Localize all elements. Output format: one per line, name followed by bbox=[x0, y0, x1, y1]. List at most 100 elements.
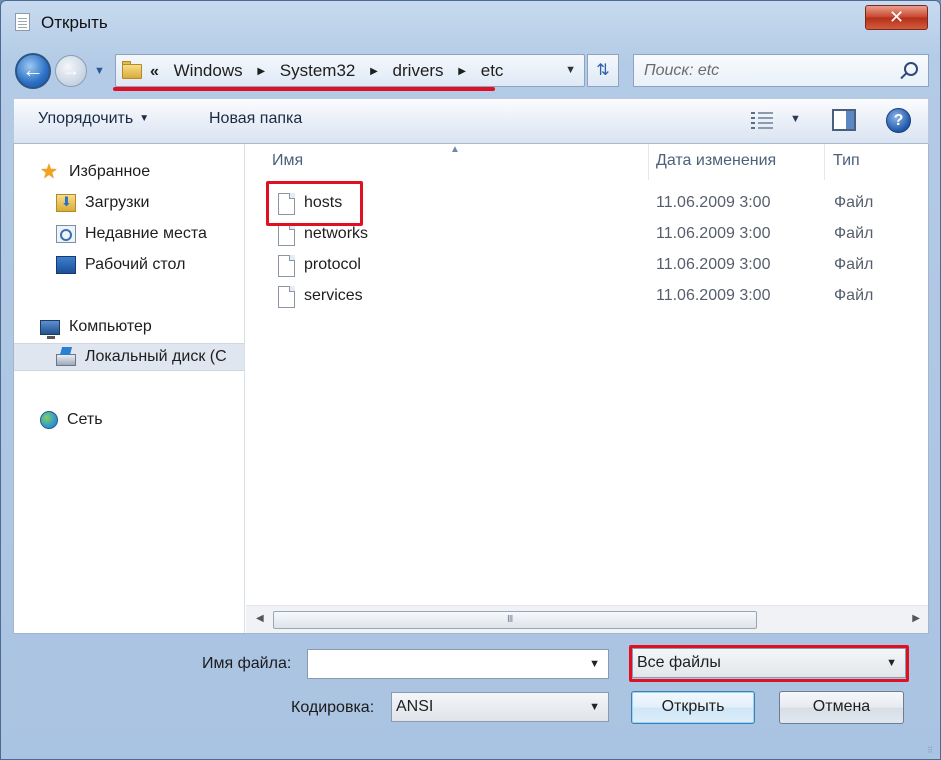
column-header-type[interactable]: Тип bbox=[833, 144, 860, 180]
back-button[interactable]: ← bbox=[15, 53, 51, 89]
resize-grip-icon[interactable]: ⠿ bbox=[927, 747, 934, 755]
cancel-button[interactable]: Отмена bbox=[779, 691, 904, 724]
file-type: Файл bbox=[834, 194, 874, 211]
file-list[interactable]: ▲ Имя Дата изменения Тип hosts 11.06.200… bbox=[246, 144, 928, 633]
search-box[interactable] bbox=[633, 54, 929, 87]
folder-icon bbox=[122, 61, 142, 79]
filename-label: Имя файла: bbox=[202, 655, 292, 672]
chevron-down-icon: ▼ bbox=[139, 113, 150, 124]
chevron-down-icon: ▼ bbox=[589, 701, 600, 713]
open-file-dialog: Открыть ✕ ← → ▼ « Windows ▶ System32 ▶ d… bbox=[0, 0, 941, 760]
file-row-networks[interactable]: networks 11.06.2009 3:00 Файл bbox=[270, 220, 920, 251]
nav-item-computer[interactable]: Компьютер bbox=[40, 313, 152, 341]
nav-item-label: Сеть bbox=[67, 411, 103, 428]
breadcrumb-drivers[interactable]: drivers bbox=[393, 61, 444, 80]
file-name: protocol bbox=[304, 256, 361, 273]
organize-label: Упорядочить bbox=[38, 110, 134, 127]
file-type-filter-select[interactable]: Все файлы ▼ bbox=[632, 648, 906, 678]
nav-item-downloads[interactable]: Загрузки bbox=[56, 189, 149, 217]
computer-icon bbox=[40, 319, 60, 339]
breadcrumb: « Windows ▶ System32 ▶ drivers ▶ etc bbox=[150, 61, 503, 81]
recent-places-icon bbox=[56, 225, 76, 243]
file-row-protocol[interactable]: protocol 11.06.2009 3:00 Файл bbox=[270, 251, 920, 282]
notepad-icon bbox=[15, 13, 30, 31]
chevron-down-icon[interactable]: ▼ bbox=[589, 658, 600, 670]
column-divider[interactable] bbox=[824, 144, 825, 180]
address-highlight-underline bbox=[113, 87, 495, 91]
file-type: Файл bbox=[834, 225, 874, 242]
nav-item-label: Загрузки bbox=[85, 194, 150, 211]
forward-button[interactable]: → bbox=[55, 55, 87, 87]
help-icon[interactable]: ? bbox=[886, 108, 911, 133]
column-divider[interactable] bbox=[648, 144, 649, 180]
file-row-hosts[interactable]: hosts 11.06.2009 3:00 Файл bbox=[270, 189, 920, 220]
grip-icon: III bbox=[507, 614, 513, 625]
file-name: hosts bbox=[304, 194, 343, 211]
file-icon bbox=[278, 193, 295, 215]
scrollbar-thumb[interactable]: III bbox=[273, 611, 757, 629]
navigation-pane[interactable]: ★ Избранное Загрузки Недавние места Рабо… bbox=[14, 144, 245, 633]
breadcrumb-system32[interactable]: System32 bbox=[280, 61, 356, 80]
file-icon bbox=[278, 224, 295, 246]
scroll-right-icon[interactable]: ▶ bbox=[912, 613, 920, 624]
encoding-value: ANSI bbox=[396, 698, 434, 715]
open-button[interactable]: Открыть bbox=[631, 691, 755, 724]
network-icon bbox=[40, 411, 58, 429]
window-title: Открыть bbox=[41, 13, 108, 32]
views-dropdown-icon[interactable]: ▼ bbox=[790, 113, 801, 125]
encoding-label: Кодировка: bbox=[291, 699, 375, 716]
filename-input[interactable] bbox=[308, 650, 573, 678]
nav-item-label: Компьютер bbox=[69, 318, 152, 335]
file-type: Файл bbox=[834, 287, 874, 304]
file-row-services[interactable]: services 11.06.2009 3:00 Файл bbox=[270, 282, 920, 313]
search-input[interactable] bbox=[634, 55, 894, 86]
nav-item-desktop[interactable]: Рабочий стол bbox=[56, 251, 185, 279]
nav-item-label: Локальный диск (С bbox=[85, 348, 227, 365]
nav-item-label: Недавние места bbox=[85, 225, 207, 242]
refresh-button[interactable]: ⇅ bbox=[587, 54, 619, 87]
address-dropdown-icon[interactable]: ▼ bbox=[565, 64, 576, 76]
horizontal-scrollbar[interactable]: ◀ III ▶ bbox=[246, 605, 928, 633]
nav-item-recent-places[interactable]: Недавние места bbox=[56, 220, 207, 248]
nav-item-local-disk[interactable]: Локальный диск (С bbox=[14, 343, 244, 371]
recent-locations-dropdown[interactable]: ▼ bbox=[94, 65, 108, 77]
breadcrumb-separator-icon[interactable]: ▶ bbox=[370, 66, 378, 77]
content-area: ★ Избранное Загрузки Недавние места Рабо… bbox=[13, 144, 929, 634]
close-button[interactable]: ✕ bbox=[865, 5, 928, 30]
command-toolbar: Упорядочить ▼ Новая папка ▼ ? bbox=[13, 98, 929, 144]
nav-item-network[interactable]: Сеть bbox=[40, 406, 103, 434]
file-date: 11.06.2009 3:00 bbox=[656, 225, 771, 242]
local-disk-icon bbox=[56, 354, 76, 366]
breadcrumb-overflow[interactable]: « bbox=[150, 63, 159, 80]
file-date: 11.06.2009 3:00 bbox=[656, 287, 771, 304]
nav-item-label: Избранное bbox=[69, 163, 151, 180]
file-icon bbox=[278, 255, 295, 277]
column-header-name[interactable]: Имя bbox=[272, 144, 303, 180]
column-header-date[interactable]: Дата изменения bbox=[656, 144, 776, 180]
downloads-folder-icon bbox=[56, 194, 76, 212]
desktop-icon bbox=[56, 256, 76, 274]
address-bar[interactable]: « Windows ▶ System32 ▶ drivers ▶ etc ▼ bbox=[115, 54, 585, 87]
view-details-icon[interactable] bbox=[751, 111, 775, 129]
filename-combo[interactable]: ▼ bbox=[307, 649, 609, 679]
breadcrumb-separator-icon[interactable]: ▶ bbox=[257, 66, 265, 77]
title-bar[interactable]: Открыть ✕ bbox=[1, 1, 940, 45]
encoding-select[interactable]: ANSI ▼ bbox=[391, 692, 609, 722]
preview-pane-icon[interactable] bbox=[832, 109, 856, 131]
file-type-filter-value: Все файлы bbox=[637, 654, 721, 671]
breadcrumb-windows[interactable]: Windows bbox=[174, 61, 243, 80]
file-type: Файл bbox=[834, 256, 874, 273]
file-name: services bbox=[304, 287, 363, 304]
breadcrumb-etc[interactable]: etc bbox=[481, 61, 504, 80]
file-date: 11.06.2009 3:00 bbox=[656, 256, 771, 273]
scroll-left-icon[interactable]: ◀ bbox=[256, 613, 264, 624]
file-name: networks bbox=[304, 225, 369, 242]
nav-item-favorites[interactable]: ★ Избранное bbox=[40, 158, 150, 186]
file-date: 11.06.2009 3:00 bbox=[656, 194, 771, 211]
breadcrumb-separator-icon[interactable]: ▶ bbox=[458, 66, 466, 77]
new-folder-button[interactable]: Новая папка bbox=[209, 110, 302, 128]
file-icon bbox=[278, 286, 295, 308]
search-icon[interactable] bbox=[904, 62, 918, 76]
organize-menu-button[interactable]: Упорядочить ▼ bbox=[38, 110, 149, 128]
sort-ascending-icon: ▲ bbox=[450, 144, 460, 155]
